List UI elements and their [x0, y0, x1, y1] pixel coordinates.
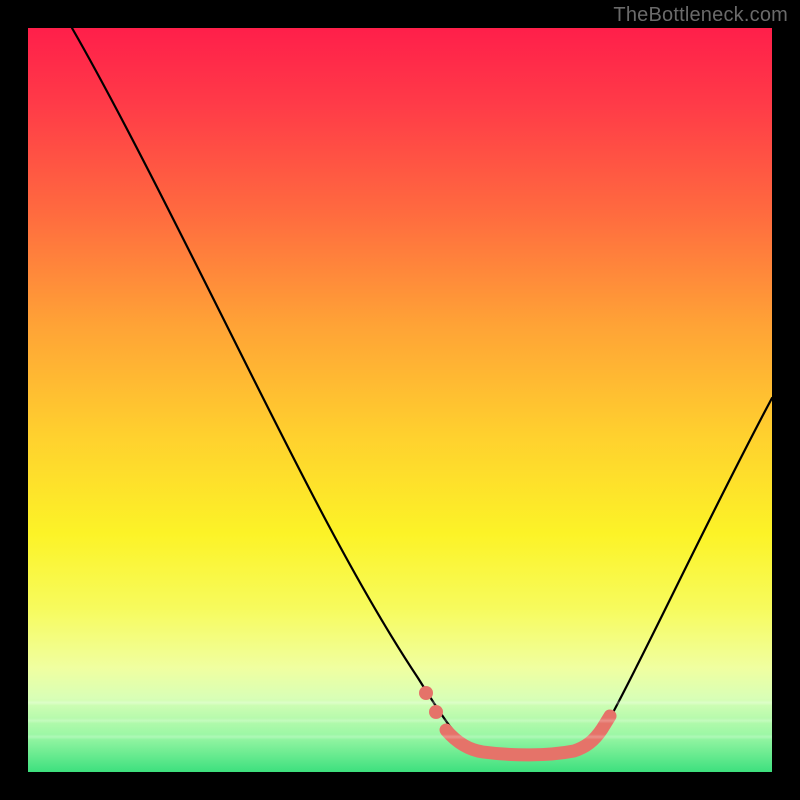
highlight-segment — [446, 716, 610, 755]
chart-frame: TheBottleneck.com — [0, 0, 800, 800]
curve-svg — [28, 28, 772, 772]
highlight-dot-1 — [419, 686, 433, 700]
plot-area — [28, 28, 772, 772]
bottleneck-curve — [72, 28, 772, 755]
highlight-dot-2 — [429, 705, 443, 719]
watermark-text: TheBottleneck.com — [613, 4, 788, 27]
